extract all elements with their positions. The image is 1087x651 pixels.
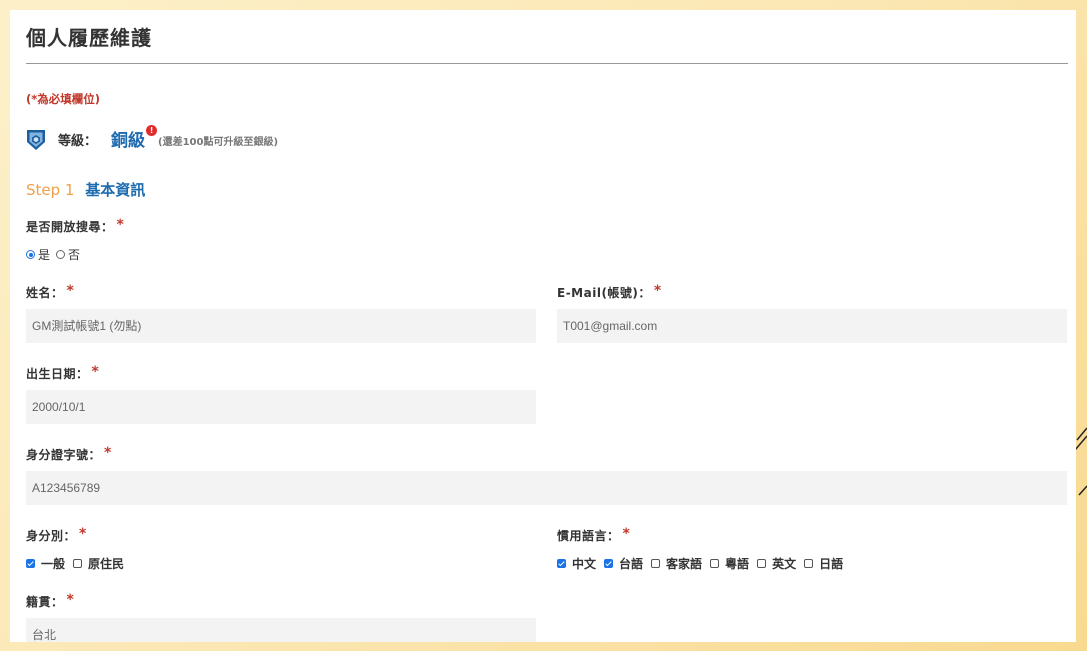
native-place-label-text: 籍貫：	[26, 595, 64, 609]
birthdate-label-text: 出生日期：	[26, 367, 89, 381]
searchable-yes-radio[interactable]	[26, 250, 35, 259]
email-label: E-Mail(帳號)： *	[557, 283, 662, 301]
language-taiwanese-checkbox[interactable]	[604, 559, 614, 568]
language-label-text: 慣用語言：	[557, 529, 620, 543]
page-title: 個人履歷維護	[26, 26, 152, 50]
required-mark: *	[66, 283, 75, 299]
decorative-lines	[1075, 427, 1087, 496]
required-mark: *	[104, 445, 112, 461]
language-japanese-label[interactable]: 日語	[819, 555, 843, 572]
searchable-options: 是 否	[26, 246, 86, 263]
identity-general-label[interactable]: 一般	[41, 555, 65, 572]
email-label-text: E-Mail(帳號)：	[557, 286, 651, 300]
identity-general-checkbox[interactable]	[26, 559, 35, 568]
identity-label-text: 身分別：	[26, 529, 77, 543]
required-mark: *	[79, 526, 87, 542]
language-hakka-checkbox[interactable]	[651, 559, 661, 568]
language-english-label[interactable]: 英文	[772, 555, 796, 572]
name-label: 姓名： *	[26, 283, 75, 301]
native-place-label: 籍貫： *	[26, 592, 75, 610]
language-cantonese-label[interactable]: 粵語	[725, 555, 749, 572]
searchable-yes-label[interactable]: 是	[38, 246, 50, 263]
language-taiwanese-label[interactable]: 台語	[619, 555, 643, 572]
searchable-label: 是否開放搜尋： *	[26, 217, 125, 235]
language-chinese-checkbox[interactable]	[557, 559, 566, 568]
level-upgrade-hint: (還差100點可升級至銀級)	[158, 137, 279, 148]
id-number-label-text: 身分證字號：	[26, 448, 102, 462]
email-field[interactable]: T001@gmail.com	[557, 309, 1067, 343]
identity-label: 身分別： *	[26, 526, 87, 544]
language-english-checkbox[interactable]	[757, 559, 767, 568]
step-number: Step 1	[26, 181, 75, 199]
required-mark: *	[622, 526, 631, 542]
id-number-field[interactable]: A123456789	[26, 471, 1067, 505]
level-value: 銅級 !	[111, 125, 158, 151]
searchable-label-text: 是否開放搜尋：	[26, 220, 114, 234]
language-label: 慣用語言： *	[557, 526, 631, 544]
name-label-text: 姓名：	[26, 286, 64, 300]
required-mark: *	[653, 283, 662, 299]
level-label: 等級：	[58, 134, 98, 149]
birthdate-field[interactable]: 2000/10/1	[26, 390, 536, 424]
step-heading: Step 1 基本資訊	[26, 179, 145, 200]
identity-indigenous-checkbox[interactable]	[73, 559, 83, 568]
member-level-row: 等級： 銅級 ! (還差100點可升級至銀級)	[26, 125, 279, 151]
language-options: 中文 台語 客家語 粵語 英文 日語	[557, 555, 851, 572]
required-mark: *	[91, 364, 100, 380]
searchable-no-radio[interactable]	[56, 250, 66, 259]
required-fields-note: (*為必填欄位)	[26, 92, 101, 106]
language-japanese-checkbox[interactable]	[804, 559, 814, 568]
shield-badge-icon	[27, 130, 45, 150]
native-place-field[interactable]: 台北	[26, 618, 536, 642]
resume-form-panel: 個人履歷維護 (*為必填欄位) 等級： 銅級 ! (還差100點可升級至銀級) …	[10, 10, 1076, 642]
identity-options: 一般 原住民	[26, 555, 132, 572]
alert-badge-icon[interactable]: !	[146, 125, 158, 136]
name-field[interactable]: GM測試帳號1 (勿點)	[26, 309, 536, 343]
language-hakka-label[interactable]: 客家語	[666, 555, 702, 572]
level-value-text: 銅級	[111, 131, 146, 151]
searchable-no-label[interactable]: 否	[68, 246, 80, 263]
title-divider	[26, 63, 1068, 64]
identity-indigenous-label[interactable]: 原住民	[88, 555, 124, 572]
language-chinese-label[interactable]: 中文	[572, 555, 596, 572]
step-name: 基本資訊	[85, 181, 146, 199]
birthdate-label: 出生日期： *	[26, 364, 100, 382]
id-number-label: 身分證字號： *	[26, 445, 112, 463]
required-mark: *	[116, 217, 125, 233]
language-cantonese-checkbox[interactable]	[710, 559, 720, 568]
required-mark: *	[66, 592, 75, 608]
